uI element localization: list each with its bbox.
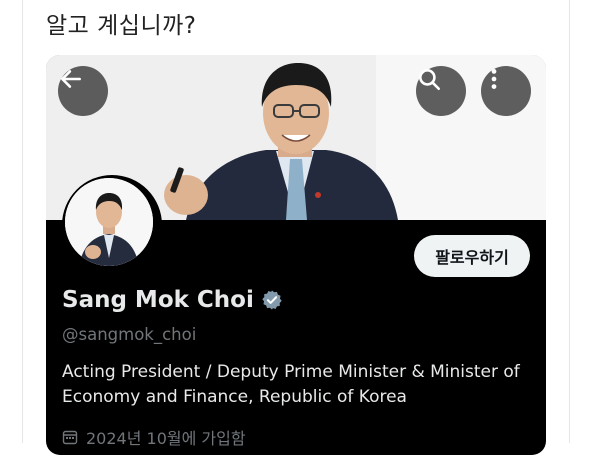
search-button[interactable] bbox=[416, 66, 466, 116]
profile-bio: Acting President / Deputy Prime Minister… bbox=[62, 362, 520, 407]
back-button[interactable] bbox=[58, 66, 108, 116]
avatar bbox=[65, 178, 153, 266]
search-icon bbox=[419, 69, 441, 91]
left-divider bbox=[22, 0, 23, 443]
right-divider bbox=[569, 0, 570, 443]
more-options-button[interactable] bbox=[481, 66, 531, 116]
user-handle: @sangmok_choi bbox=[62, 325, 197, 344]
follow-button[interactable]: 팔로우하기 bbox=[414, 235, 530, 277]
joined-date: 2024년 10월에 가입함 bbox=[86, 429, 246, 448]
display-name: Sang Mok Choi bbox=[62, 287, 254, 313]
joined-date-row: 2024년 10월에 가입함 bbox=[62, 425, 246, 449]
profile-card: 팔로우하기 Sang Mok Choi @sangmok_choi Acting… bbox=[46, 55, 546, 455]
back-arrow-icon bbox=[61, 70, 81, 88]
avatar-frame[interactable] bbox=[62, 175, 162, 275]
question-text: 알고 계십니까? bbox=[46, 13, 197, 39]
more-options-icon bbox=[491, 69, 497, 89]
avatar-photo bbox=[65, 178, 153, 266]
name-row: Sang Mok Choi bbox=[62, 287, 283, 313]
verified-badge-icon[interactable] bbox=[261, 289, 283, 311]
